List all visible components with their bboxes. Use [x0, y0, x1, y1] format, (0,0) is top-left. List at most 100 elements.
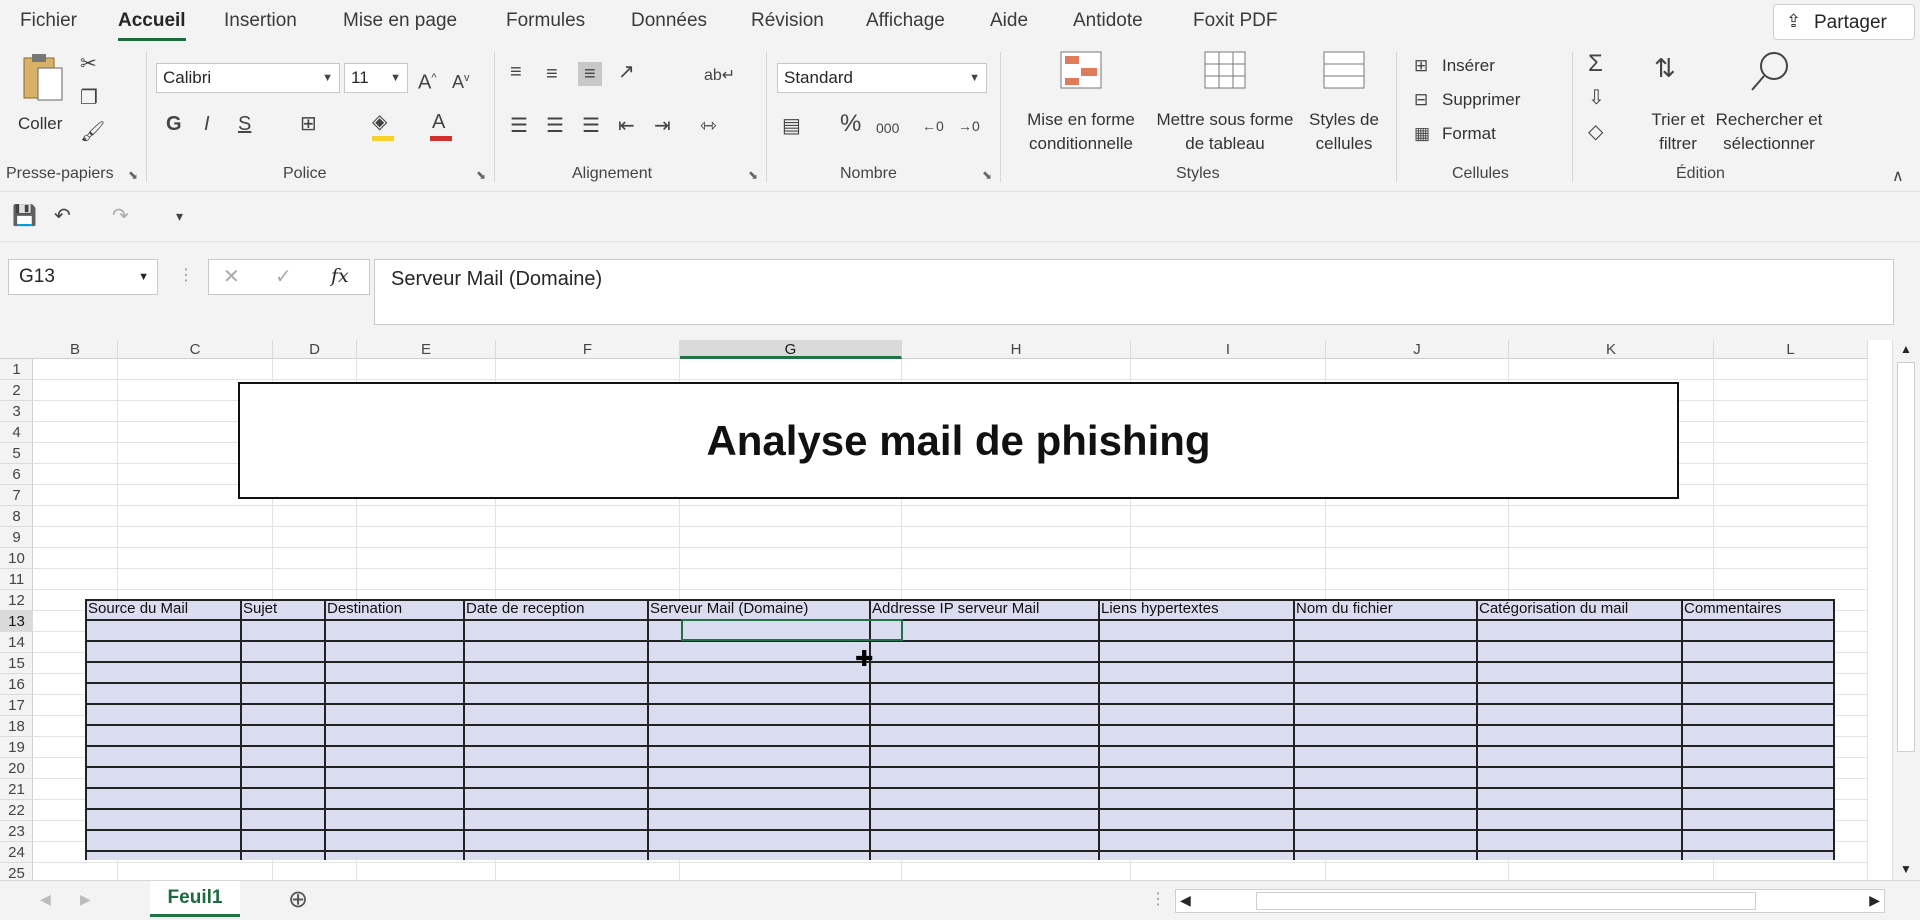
row-header-18[interactable]: 18 — [0, 716, 33, 737]
row-header-19[interactable]: 19 — [0, 737, 33, 758]
wrap-text-icon[interactable]: ab↵ — [704, 64, 735, 88]
clipboard-launcher-icon[interactable]: ⬊ — [128, 168, 138, 182]
align-middle-icon[interactable]: ≡ — [546, 62, 558, 86]
share-button[interactable]: ⇪ Partager — [1773, 4, 1915, 40]
row-header-12[interactable]: 12 — [0, 590, 33, 611]
increase-decimal-icon[interactable]: ←0 — [922, 114, 944, 138]
tab-mise-en-page[interactable]: Mise en page — [343, 10, 457, 32]
tab-fichier[interactable]: Fichier — [20, 10, 77, 32]
redo-icon[interactable]: ↷ — [112, 204, 129, 228]
row-header-9[interactable]: 9 — [0, 527, 33, 548]
row-header-7[interactable]: 7 — [0, 485, 33, 506]
column-header-d[interactable]: D — [273, 340, 357, 359]
align-center-icon[interactable]: ☰ — [546, 114, 564, 138]
row-header-21[interactable]: 21 — [0, 779, 33, 800]
save-icon[interactable]: 💾 — [12, 204, 37, 228]
tab-donnees[interactable]: Données — [631, 10, 707, 32]
row-header-24[interactable]: 24 — [0, 842, 33, 863]
column-header-f[interactable]: F — [496, 340, 680, 359]
cancel-icon[interactable]: ✕ — [223, 264, 240, 289]
next-sheet-icon[interactable]: ▶ — [80, 891, 91, 908]
tab-aide[interactable]: Aide — [990, 10, 1028, 32]
tab-antidote[interactable]: Antidote — [1073, 10, 1143, 32]
delete-cells-button[interactable]: ⊟ Supprimer — [1414, 88, 1554, 114]
vertical-scroll-thumb[interactable] — [1897, 362, 1915, 752]
cut-icon[interactable]: ✂ — [80, 52, 97, 76]
find-select-button[interactable]: Rechercher et sélectionner — [1712, 50, 1826, 160]
row-header-1[interactable]: 1 — [0, 359, 33, 380]
column-header-b[interactable]: B — [33, 340, 118, 359]
tab-formules[interactable]: Formules — [506, 10, 585, 32]
scroll-down-icon[interactable]: ▼ — [1900, 862, 1912, 876]
align-right-icon[interactable]: ☰ — [582, 114, 600, 138]
prev-sheet-icon[interactable]: ◀ — [40, 891, 51, 908]
number-launcher-icon[interactable]: ⬊ — [982, 168, 992, 182]
row-header-20[interactable]: 20 — [0, 758, 33, 779]
conditional-formatting-button[interactable]: Mise en forme conditionnelle — [1014, 50, 1148, 160]
column-header-h[interactable]: H — [902, 340, 1131, 359]
decrease-indent-icon[interactable]: ⇤ — [618, 114, 635, 138]
row-header-15[interactable]: 15 — [0, 653, 33, 674]
alignment-launcher-icon[interactable]: ⬊ — [748, 168, 758, 182]
column-header-j[interactable]: J — [1326, 340, 1509, 359]
autosum-icon[interactable]: Σ — [1588, 52, 1603, 76]
column-header-g[interactable]: G — [680, 340, 902, 359]
cell-styles-button[interactable]: Styles de cellules — [1300, 50, 1388, 160]
row-header-8[interactable]: 8 — [0, 506, 33, 527]
customize-qat-icon[interactable]: ▾ — [176, 204, 183, 228]
fill-icon[interactable]: ⇩ — [1588, 86, 1605, 110]
column-header-l[interactable]: L — [1714, 340, 1868, 359]
italic-button[interactable]: I — [204, 112, 210, 136]
row-header-11[interactable]: 11 — [0, 569, 33, 590]
increase-font-icon[interactable]: A^ — [418, 66, 437, 95]
format-painter-icon[interactable]: 🖌 — [80, 120, 105, 144]
insert-cells-button[interactable]: ⊞ Insérer — [1414, 54, 1534, 80]
insert-function-button[interactable]: fx — [331, 265, 349, 287]
table-header[interactable]: Commentaires — [1681, 599, 1835, 620]
row-header-3[interactable]: 3 — [0, 401, 33, 422]
row-header-2[interactable]: 2 — [0, 380, 33, 401]
copy-icon[interactable]: ❐ — [80, 86, 98, 110]
sort-filter-button[interactable]: ⇅ Trier et filtrer — [1638, 50, 1718, 160]
vertical-scrollbar[interactable]: ▲ ▼ — [1892, 340, 1920, 880]
align-left-icon[interactable]: ☰ — [510, 114, 528, 138]
table-header[interactable]: Serveur Mail (Domaine) — [647, 599, 869, 620]
table-header[interactable]: Source du Mail — [85, 599, 240, 620]
align-bottom-icon[interactable]: ≡ — [578, 62, 602, 86]
tab-revision[interactable]: Révision — [751, 10, 824, 32]
tab-accueil[interactable]: Accueil — [118, 10, 186, 41]
undo-icon[interactable]: ↶ — [54, 204, 71, 228]
font-size-select[interactable]: 11 ▼ — [344, 63, 408, 93]
fill-color-icon[interactable]: ◈ — [372, 110, 387, 134]
font-color-icon[interactable]: A — [432, 110, 445, 134]
sheet-title[interactable]: Analyse mail de phishing — [238, 382, 1679, 499]
number-format-select[interactable]: Standard ▼ — [777, 63, 987, 93]
enter-icon[interactable]: ✓ — [275, 264, 292, 289]
underline-button[interactable]: S — [238, 112, 251, 136]
row-header-13[interactable]: 13 — [0, 611, 33, 632]
table-header[interactable]: Addresse IP serveur Mail — [869, 599, 1098, 620]
tab-affichage[interactable]: Affichage — [866, 10, 945, 32]
borders-icon[interactable]: ⊞ — [300, 112, 317, 136]
row-header-16[interactable]: 16 — [0, 674, 33, 695]
font-launcher-icon[interactable]: ⬊ — [476, 168, 486, 182]
clear-icon[interactable]: ◇ — [1588, 120, 1603, 144]
paste-button[interactable]: Coller — [14, 52, 72, 152]
decrease-font-icon[interactable]: Av — [452, 66, 470, 94]
table-header[interactable]: Destination — [324, 599, 463, 620]
row-header-5[interactable]: 5 — [0, 443, 33, 464]
column-header-e[interactable]: E — [357, 340, 496, 359]
add-sheet-icon[interactable]: ⊕ — [288, 885, 308, 914]
table-header[interactable]: Liens hypertextes — [1098, 599, 1293, 620]
column-header-k[interactable]: K — [1509, 340, 1714, 359]
tab-foxit-pdf[interactable]: Foxit PDF — [1193, 10, 1277, 32]
font-family-select[interactable]: Calibri ▼ — [156, 63, 340, 93]
name-box[interactable]: G13 ▼ — [8, 259, 158, 295]
row-header-17[interactable]: 17 — [0, 695, 33, 716]
scroll-up-icon[interactable]: ▲ — [1900, 342, 1912, 356]
horizontal-scroll-thumb[interactable] — [1256, 892, 1756, 910]
table-header[interactable]: Date de reception — [463, 599, 647, 620]
sheet-tab-feuil1[interactable]: Feuil1 — [150, 881, 240, 917]
row-header-10[interactable]: 10 — [0, 548, 33, 569]
collapse-ribbon-icon[interactable]: ∧ — [1892, 166, 1904, 186]
